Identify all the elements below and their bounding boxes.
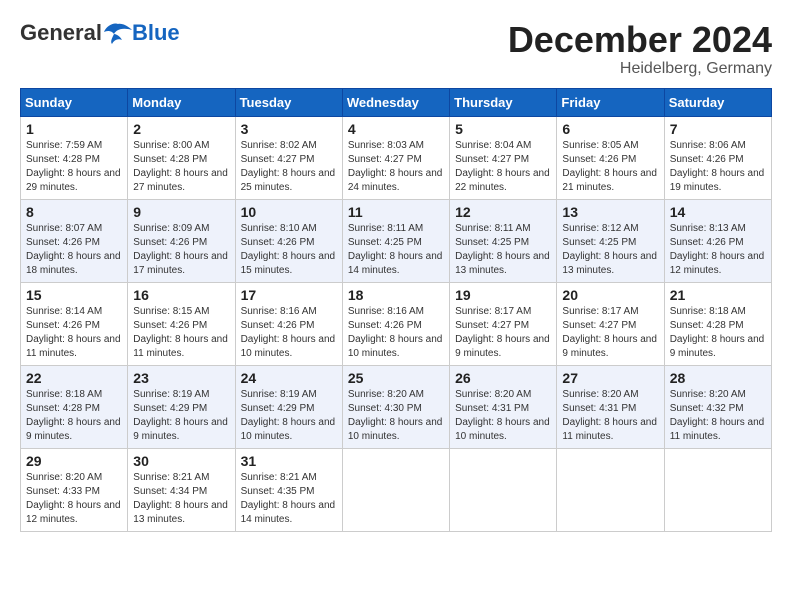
calendar-cell-5: 5Sunrise: 8:04 AMSunset: 4:27 PMDaylight… bbox=[450, 116, 557, 199]
calendar-cell-13: 13Sunrise: 8:12 AMSunset: 4:25 PMDayligh… bbox=[557, 199, 664, 282]
location: Heidelberg, Germany bbox=[508, 60, 772, 78]
col-saturday: Saturday bbox=[664, 88, 771, 116]
calendar-cell-30: 30Sunrise: 8:21 AMSunset: 4:34 PMDayligh… bbox=[128, 448, 235, 531]
logo-general: General bbox=[20, 20, 102, 46]
calendar-cell-2: 2Sunrise: 8:00 AMSunset: 4:28 PMDaylight… bbox=[128, 116, 235, 199]
calendar-cell-empty bbox=[664, 448, 771, 531]
calendar-cell-24: 24Sunrise: 8:19 AMSunset: 4:29 PMDayligh… bbox=[235, 365, 342, 448]
calendar-cell-11: 11Sunrise: 8:11 AMSunset: 4:25 PMDayligh… bbox=[342, 199, 449, 282]
calendar-cell-10: 10Sunrise: 8:10 AMSunset: 4:26 PMDayligh… bbox=[235, 199, 342, 282]
col-tuesday: Tuesday bbox=[235, 88, 342, 116]
calendar-cell-empty bbox=[557, 448, 664, 531]
calendar-cell-22: 22Sunrise: 8:18 AMSunset: 4:28 PMDayligh… bbox=[21, 365, 128, 448]
header-row: Sunday Monday Tuesday Wednesday Thursday… bbox=[21, 88, 772, 116]
calendar-cell-4: 4Sunrise: 8:03 AMSunset: 4:27 PMDaylight… bbox=[342, 116, 449, 199]
calendar-cell-29: 29Sunrise: 8:20 AMSunset: 4:33 PMDayligh… bbox=[21, 448, 128, 531]
calendar-cell-27: 27Sunrise: 8:20 AMSunset: 4:31 PMDayligh… bbox=[557, 365, 664, 448]
week-row-3: 15Sunrise: 8:14 AMSunset: 4:26 PMDayligh… bbox=[21, 282, 772, 365]
week-row-2: 8Sunrise: 8:07 AMSunset: 4:26 PMDaylight… bbox=[21, 199, 772, 282]
col-friday: Friday bbox=[557, 88, 664, 116]
week-row-5: 29Sunrise: 8:20 AMSunset: 4:33 PMDayligh… bbox=[21, 448, 772, 531]
calendar-cell-26: 26Sunrise: 8:20 AMSunset: 4:31 PMDayligh… bbox=[450, 365, 557, 448]
page-header: General Blue December 2024 Heidelberg, G… bbox=[20, 20, 772, 78]
calendar-cell-14: 14Sunrise: 8:13 AMSunset: 4:26 PMDayligh… bbox=[664, 199, 771, 282]
calendar-cell-21: 21Sunrise: 8:18 AMSunset: 4:28 PMDayligh… bbox=[664, 282, 771, 365]
calendar-cell-1: 1Sunrise: 7:59 AMSunset: 4:28 PMDaylight… bbox=[21, 116, 128, 199]
calendar-table: Sunday Monday Tuesday Wednesday Thursday… bbox=[20, 88, 772, 532]
logo: General Blue bbox=[20, 20, 180, 46]
calendar-cell-23: 23Sunrise: 8:19 AMSunset: 4:29 PMDayligh… bbox=[128, 365, 235, 448]
calendar-cell-18: 18Sunrise: 8:16 AMSunset: 4:26 PMDayligh… bbox=[342, 282, 449, 365]
calendar-cell-25: 25Sunrise: 8:20 AMSunset: 4:30 PMDayligh… bbox=[342, 365, 449, 448]
calendar-cell-7: 7Sunrise: 8:06 AMSunset: 4:26 PMDaylight… bbox=[664, 116, 771, 199]
col-sunday: Sunday bbox=[21, 88, 128, 116]
calendar-cell-empty bbox=[342, 448, 449, 531]
calendar-cell-12: 12Sunrise: 8:11 AMSunset: 4:25 PMDayligh… bbox=[450, 199, 557, 282]
calendar-cell-17: 17Sunrise: 8:16 AMSunset: 4:26 PMDayligh… bbox=[235, 282, 342, 365]
calendar-cell-9: 9Sunrise: 8:09 AMSunset: 4:26 PMDaylight… bbox=[128, 199, 235, 282]
col-thursday: Thursday bbox=[450, 88, 557, 116]
week-row-4: 22Sunrise: 8:18 AMSunset: 4:28 PMDayligh… bbox=[21, 365, 772, 448]
calendar-cell-19: 19Sunrise: 8:17 AMSunset: 4:27 PMDayligh… bbox=[450, 282, 557, 365]
logo-blue: Blue bbox=[132, 20, 180, 46]
col-monday: Monday bbox=[128, 88, 235, 116]
calendar-cell-15: 15Sunrise: 8:14 AMSunset: 4:26 PMDayligh… bbox=[21, 282, 128, 365]
title-block: December 2024 Heidelberg, Germany bbox=[508, 20, 772, 78]
calendar-cell-31: 31Sunrise: 8:21 AMSunset: 4:35 PMDayligh… bbox=[235, 448, 342, 531]
month-title: December 2024 bbox=[508, 20, 772, 60]
calendar-cell-20: 20Sunrise: 8:17 AMSunset: 4:27 PMDayligh… bbox=[557, 282, 664, 365]
calendar-cell-3: 3Sunrise: 8:02 AMSunset: 4:27 PMDaylight… bbox=[235, 116, 342, 199]
week-row-1: 1Sunrise: 7:59 AMSunset: 4:28 PMDaylight… bbox=[21, 116, 772, 199]
calendar-cell-6: 6Sunrise: 8:05 AMSunset: 4:26 PMDaylight… bbox=[557, 116, 664, 199]
calendar-cell-8: 8Sunrise: 8:07 AMSunset: 4:26 PMDaylight… bbox=[21, 199, 128, 282]
col-wednesday: Wednesday bbox=[342, 88, 449, 116]
calendar-cell-empty bbox=[450, 448, 557, 531]
logo-bird-icon bbox=[104, 22, 132, 44]
calendar-cell-28: 28Sunrise: 8:20 AMSunset: 4:32 PMDayligh… bbox=[664, 365, 771, 448]
calendar-cell-16: 16Sunrise: 8:15 AMSunset: 4:26 PMDayligh… bbox=[128, 282, 235, 365]
